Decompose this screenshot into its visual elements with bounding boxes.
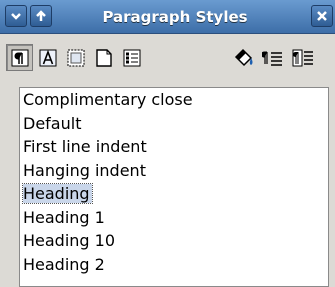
character-styles-button[interactable]: [34, 44, 61, 71]
arrow-up-icon: [36, 10, 46, 21]
styles-list[interactable]: Complimentary close Default First line i…: [19, 87, 329, 287]
style-item-first-line-indent[interactable]: First line indent: [20, 135, 328, 159]
style-item-complimentary-close[interactable]: Complimentary close: [20, 88, 328, 112]
shade-window-button[interactable]: [30, 5, 52, 27]
page-styles-button[interactable]: [90, 44, 117, 71]
list-icon: [123, 49, 140, 66]
chevron-down-icon: [11, 13, 21, 20]
paint-bucket-icon: [234, 48, 252, 66]
character-a-icon: [39, 49, 56, 66]
title-bar: Paragraph Styles: [0, 0, 335, 34]
style-item-heading-10[interactable]: Heading 10: [20, 229, 328, 253]
close-button[interactable]: [311, 5, 333, 27]
window-menu-button[interactable]: [5, 5, 27, 27]
style-toolbar: [0, 34, 335, 84]
paragraph-styles-button[interactable]: [6, 44, 33, 71]
fill-format-mode-button[interactable]: [230, 44, 257, 71]
style-item-heading-1[interactable]: Heading 1: [20, 206, 328, 230]
new-style-from-selection-button[interactable]: [259, 44, 286, 71]
window-title: Paragraph Styles: [102, 8, 248, 26]
pilcrow-icon: [11, 49, 28, 66]
update-style-button[interactable]: [289, 44, 316, 71]
update-style-icon: [292, 49, 313, 66]
frame-styles-button[interactable]: [62, 44, 89, 71]
close-icon: [317, 11, 327, 21]
page-icon: [95, 48, 112, 67]
style-item-heading[interactable]: Heading: [20, 182, 328, 206]
style-item-default[interactable]: Default: [20, 112, 328, 136]
style-item-hanging-indent[interactable]: Hanging indent: [20, 159, 328, 183]
style-item-heading-2[interactable]: Heading 2: [20, 253, 328, 277]
new-style-icon: [261, 51, 282, 66]
frame-icon: [67, 49, 84, 66]
list-styles-button[interactable]: [118, 44, 145, 71]
